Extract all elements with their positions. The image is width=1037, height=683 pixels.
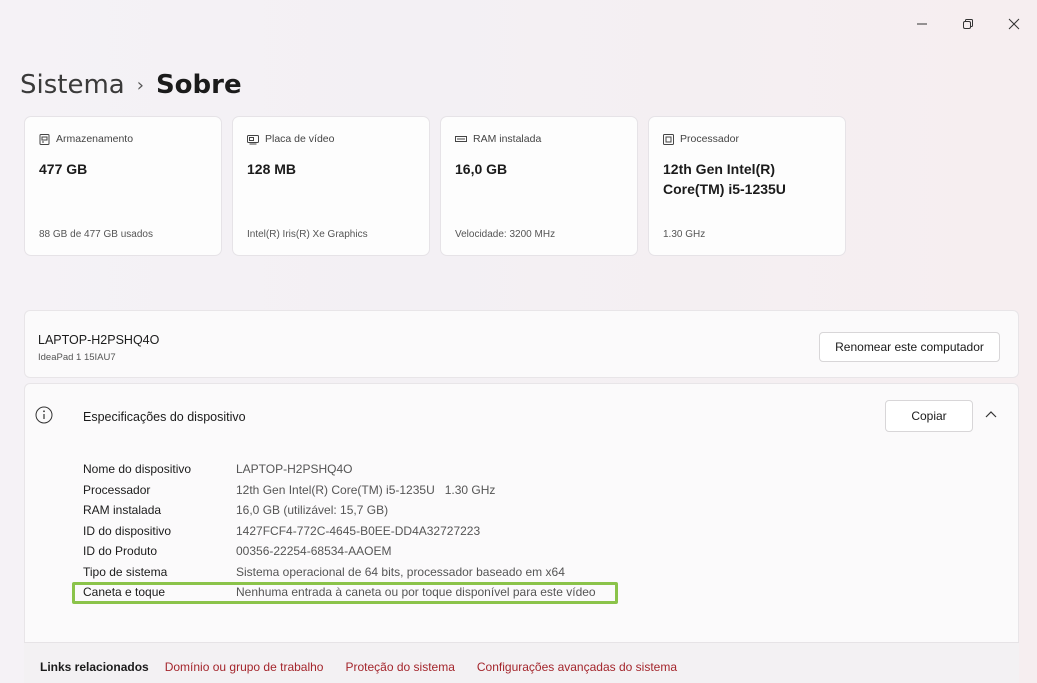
card-label: RAM instalada (473, 133, 542, 145)
card-footnote: 88 GB de 477 GB usados (39, 229, 153, 240)
related-links-label: Links relacionados (40, 659, 149, 674)
spec-header[interactable]: Especificações do dispositivo Copiar (25, 384, 1018, 446)
card-value: 16,0 GB (455, 161, 508, 177)
card-footnote: 1.30 GHz (663, 229, 706, 240)
spec-title: Especificações do dispositivo (83, 410, 246, 424)
window-controls (899, 10, 1037, 38)
link-advanced-system-settings[interactable]: Configurações avançadas do sistema (477, 660, 677, 674)
spec-label: RAM instalada (83, 503, 162, 518)
spec-value: Nenhuma entrada à caneta ou por toque di… (236, 585, 596, 600)
card-value: 12th Gen Intel(R) Core(TM) i5-1235U (663, 161, 786, 197)
rename-pc-button[interactable]: Renomear este computador (819, 332, 1000, 362)
related-links-bar: Links relacionados Domínio ou grupo de t… (24, 642, 1019, 683)
ram-icon (455, 135, 467, 142)
card-storage: Armazenamento 477 GB 88 GB de 477 GB usa… (24, 116, 222, 256)
card-footnote: Velocidade: 3200 MHz (455, 229, 556, 240)
summary-cards: Armazenamento 477 GB 88 GB de 477 GB usa… (24, 116, 846, 256)
spec-value: 16,0 GB (utilizável: 15,7 GB) (236, 503, 389, 518)
spec-row-device-id: ID do dispositivo 1427FCF4-772C-4645-B0E… (83, 521, 596, 542)
storage-icon (39, 133, 50, 145)
chevron-up-icon[interactable] (985, 410, 997, 418)
device-model: IdeaPad 1 15IAU7 (38, 352, 116, 363)
close-button[interactable] (991, 10, 1037, 38)
card-label: Processador (680, 133, 739, 145)
card-processor: Processador 12th Gen Intel(R) Core(TM) i… (648, 116, 846, 256)
spec-label: ID do dispositivo (83, 523, 172, 538)
spec-row-device-name: Nome do dispositivo LAPTOP-H2PSHQ4O (83, 459, 596, 480)
card-value: 128 MB (247, 161, 297, 177)
minimize-icon (917, 23, 927, 25)
spec-value: 00356-22254-68534-AAOEM (236, 544, 392, 559)
device-specifications-panel: Especificações do dispositivo Copiar Nom… (24, 383, 1019, 683)
card-ram: RAM instalada 16,0 GB Velocidade: 3200 M… (440, 116, 638, 256)
page-title: Sobre (155, 70, 242, 100)
minimize-button[interactable] (899, 10, 945, 38)
restore-icon (963, 19, 973, 29)
link-domain-workgroup[interactable]: Domínio ou grupo de trabalho (165, 660, 324, 674)
spec-label: Caneta e toque (83, 585, 166, 600)
card-label: Placa de vídeo (265, 133, 335, 145)
card-graphics: Placa de vídeo 128 MB Intel(R) Iris(R) X… (232, 116, 430, 256)
breadcrumb-sistema[interactable]: Sistema (20, 70, 125, 100)
spec-row-ram: RAM instalada 16,0 GB (utilizável: 15,7 … (83, 500, 596, 521)
spec-value: 12th Gen Intel(R) Core(TM) i5-1235U 1.30… (236, 482, 496, 497)
processor-icon (663, 133, 674, 145)
breadcrumb: Sistema › Sobre (20, 70, 242, 100)
breadcrumb-separator: › (136, 74, 144, 96)
spec-row-product-id: ID do Produto 00356-22254-68534-AAOEM (83, 541, 596, 562)
restore-button[interactable] (945, 10, 991, 38)
card-label: Armazenamento (56, 133, 134, 145)
spec-row-system-type: Tipo de sistema Sistema operacional de 6… (83, 562, 596, 583)
copy-button[interactable]: Copiar (885, 400, 973, 432)
device-name: LAPTOP-H2PSHQ4O (38, 333, 160, 347)
spec-row-pen-touch: Caneta e toque Nenhuma entrada à caneta … (83, 582, 596, 603)
spec-label: Nome do dispositivo (83, 462, 192, 477)
spec-value: LAPTOP-H2PSHQ4O (236, 462, 353, 477)
device-name-panel: LAPTOP-H2PSHQ4O IdeaPad 1 15IAU7 Renomea… (24, 310, 1019, 378)
close-icon (1008, 18, 1020, 30)
spec-label: Tipo de sistema (83, 564, 168, 579)
spec-list: Nome do dispositivo LAPTOP-H2PSHQ4O Proc… (83, 459, 596, 603)
display-adapter-icon (247, 134, 259, 144)
spec-label: ID do Produto (83, 544, 158, 559)
spec-label: Processador (83, 482, 151, 497)
info-icon (35, 406, 53, 424)
link-system-protection[interactable]: Proteção do sistema (345, 660, 454, 674)
spec-row-processor: Processador 12th Gen Intel(R) Core(TM) i… (83, 480, 596, 501)
card-value: 477 GB (39, 161, 88, 177)
card-footnote: Intel(R) Iris(R) Xe Graphics (247, 229, 368, 240)
spec-value: Sistema operacional de 64 bits, processa… (236, 564, 565, 579)
spec-value: 1427FCF4-772C-4645-B0EE-DD4A32727223 (236, 523, 481, 538)
